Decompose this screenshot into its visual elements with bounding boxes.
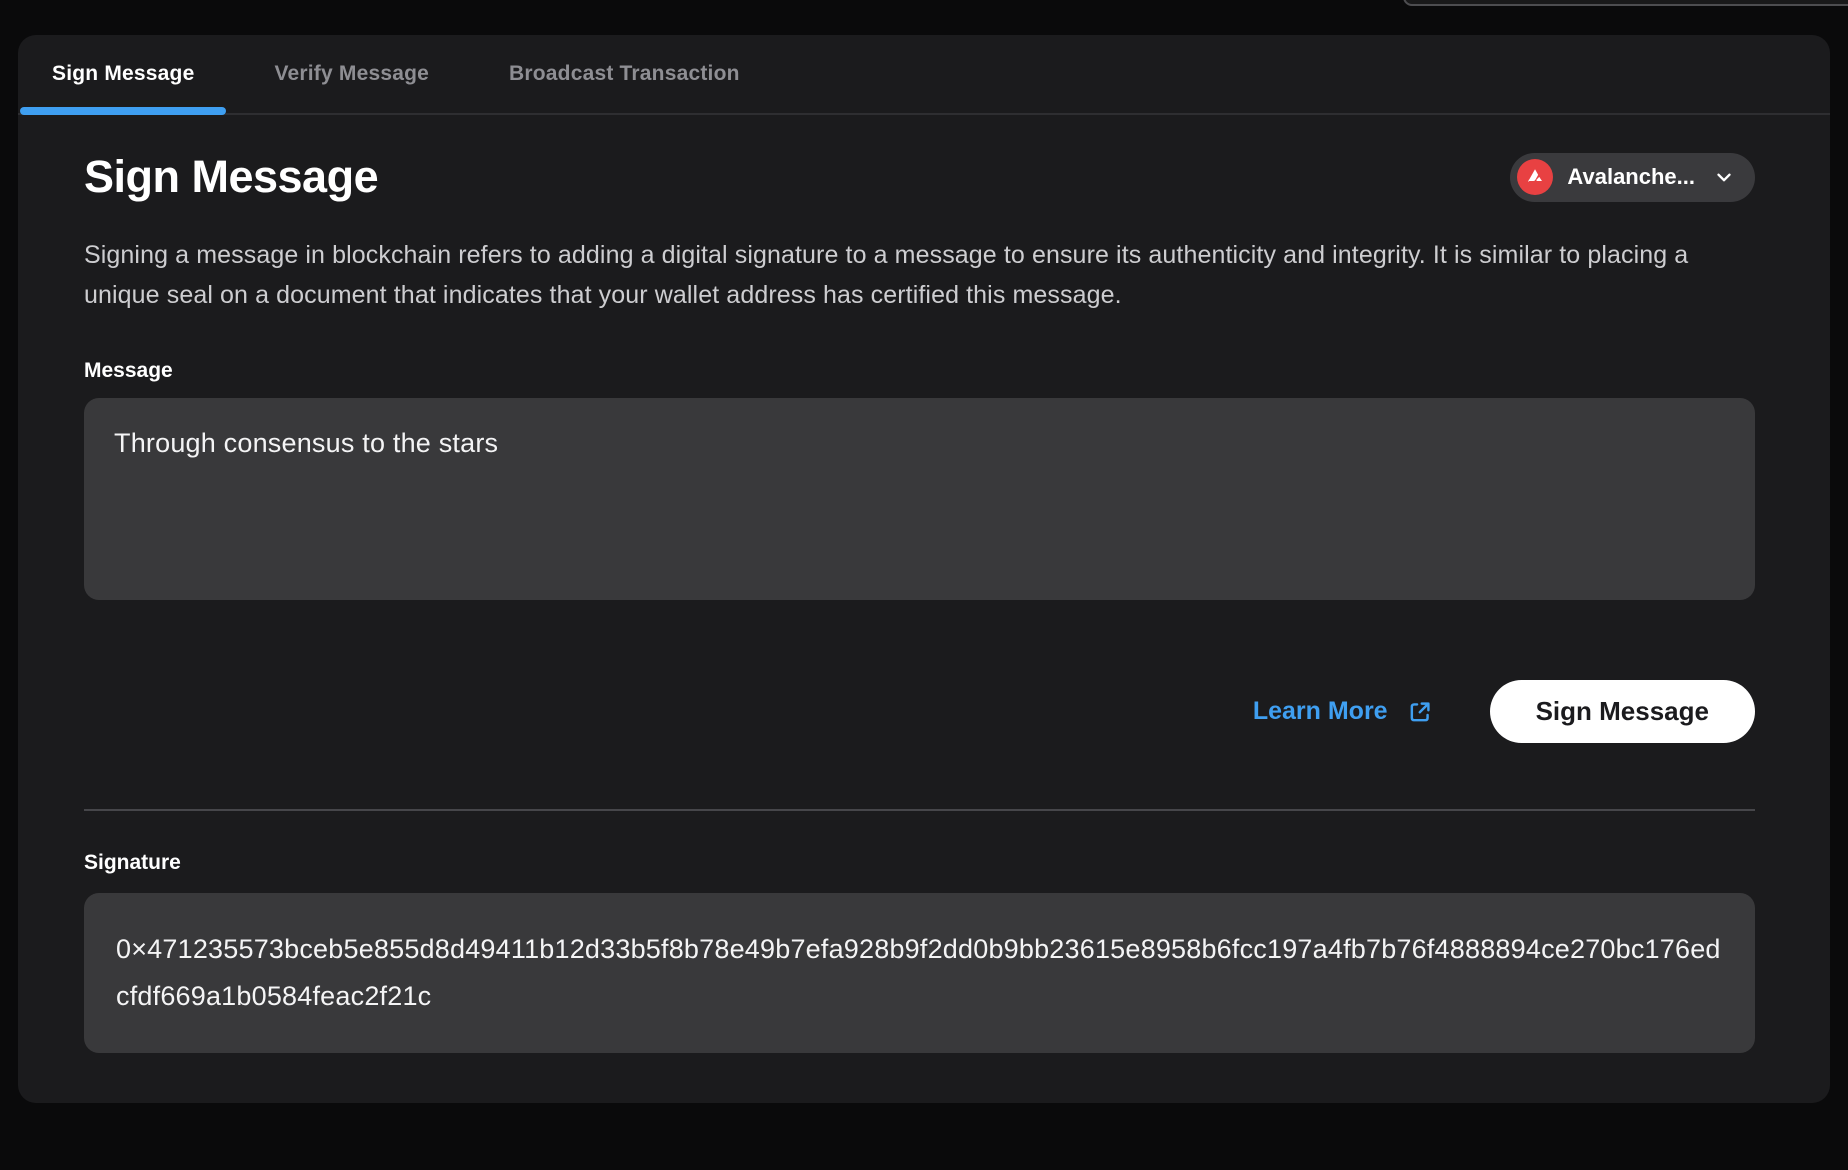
learn-more-link[interactable]: Learn More <box>1253 697 1434 726</box>
sign-message-card: Sign Message Verify Message Broadcast Tr… <box>18 35 1830 1103</box>
top-right-panel-edge <box>1403 0 1848 6</box>
tab-sign-message[interactable]: Sign Message <box>20 35 226 113</box>
tab-sign-message-label: Sign Message <box>52 62 194 86</box>
actions-row: Learn More Sign Message <box>84 680 1755 743</box>
header-row: Sign Message Avalanche... <box>84 151 1755 203</box>
tab-bar: Sign Message Verify Message Broadcast Tr… <box>18 35 1830 115</box>
page-background: { "colors": { "accent_blue": "#3f9ff1", … <box>0 0 1848 1170</box>
tab-broadcast-transaction-label: Broadcast Transaction <box>509 62 740 86</box>
page-title: Sign Message <box>84 151 378 203</box>
sign-message-button[interactable]: Sign Message <box>1490 680 1755 743</box>
network-selector[interactable]: Avalanche... <box>1510 153 1755 202</box>
card-content: Sign Message Avalanche... Signing a mess… <box>18 151 1830 1053</box>
section-divider <box>84 809 1755 811</box>
tab-broadcast-transaction[interactable]: Broadcast Transaction <box>477 35 772 113</box>
message-input[interactable]: Through consensus to the stars <box>84 398 1755 600</box>
chevron-down-icon <box>1713 166 1735 188</box>
external-link-icon <box>1406 698 1434 726</box>
tab-verify-message[interactable]: Verify Message <box>242 35 461 113</box>
message-label: Message <box>84 359 1755 383</box>
description-text: Signing a message in blockchain refers t… <box>84 235 1739 315</box>
signature-output: 0×471235573bceb5e855d8d49411b12d33b5f8b7… <box>84 893 1755 1053</box>
signature-label: Signature <box>84 851 1755 875</box>
avalanche-logo-icon <box>1517 159 1553 195</box>
learn-more-label: Learn More <box>1253 697 1388 726</box>
network-selector-label: Avalanche... <box>1567 164 1695 190</box>
tab-verify-message-label: Verify Message <box>274 62 429 86</box>
